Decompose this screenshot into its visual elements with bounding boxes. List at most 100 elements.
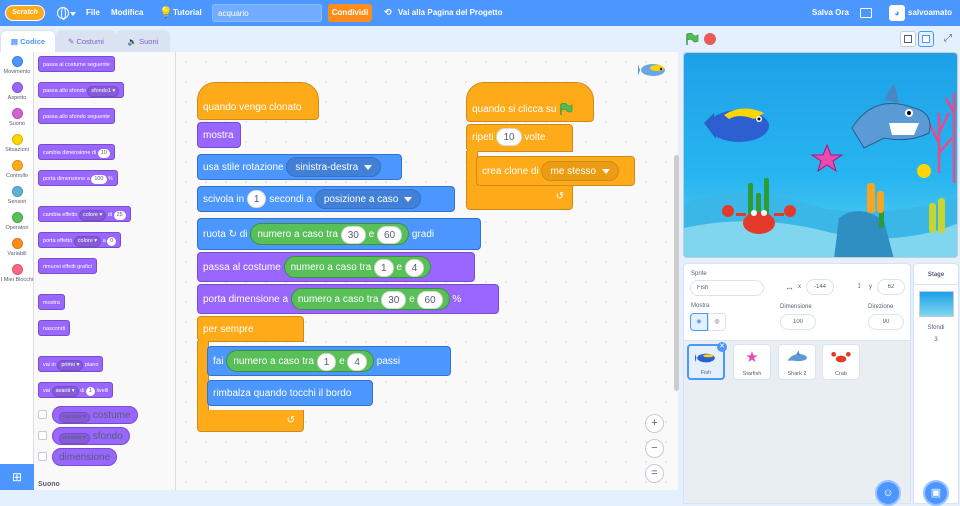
size-set-input[interactable]: 100	[91, 175, 107, 184]
save-now-link[interactable]: Salva Ora	[812, 0, 849, 26]
palette-block-next-costume[interactable]: passa al costume seguente	[38, 56, 115, 72]
palette-block-go-layers[interactable]: vai avanti ▾ di 1 livelli	[38, 382, 114, 398]
costume-number-dropdown[interactable]: numero ▾	[59, 412, 90, 423]
tab-sounds[interactable]: 🔈 Suoni	[116, 30, 170, 52]
category-events[interactable]: Situazioni	[0, 134, 34, 153]
palette-block-change-size[interactable]: cambia dimensione di 10	[38, 144, 115, 160]
block-move[interactable]: fai numero a caso tra 1 e 4 passi	[207, 346, 451, 376]
x-input[interactable]	[806, 279, 834, 295]
hat-when-flag-clicked[interactable]: quando si clicca su	[466, 82, 594, 122]
delete-sprite-icon[interactable]: ✕	[717, 342, 727, 352]
palette-reporter-costume[interactable]: numero ▾ costume	[52, 406, 138, 424]
random-min-input[interactable]: 1	[316, 352, 337, 371]
palette-block-switch-backdrop[interactable]: passa allo sfondo sfondo1 ▾	[38, 82, 125, 98]
random-max-input[interactable]: 4	[404, 258, 425, 277]
globe-icon[interactable]	[57, 7, 69, 20]
size-input[interactable]	[780, 314, 816, 330]
zoom-reset-button[interactable]: =	[645, 464, 664, 483]
effect-change-input[interactable]: 25	[113, 211, 126, 220]
repeat-count-input[interactable]: 10	[496, 128, 522, 147]
hat-when-clone[interactable]: quando vengo clonato	[197, 82, 319, 120]
show-visible-button[interactable]: ◉	[690, 313, 708, 331]
random-min-input[interactable]: 1	[374, 258, 394, 277]
sprite-name-input[interactable]	[690, 280, 764, 296]
category-control[interactable]: Controllo	[0, 160, 34, 179]
stop-button[interactable]	[704, 33, 716, 45]
effect-dropdown[interactable]: colore ▾	[78, 210, 107, 221]
block-set-size[interactable]: porta dimensione a numero a caso tra 30 …	[197, 284, 499, 314]
small-stage-button[interactable]	[900, 31, 916, 47]
backdrop-checkbox[interactable]	[38, 431, 47, 440]
effect-dropdown[interactable]: colore ▾	[73, 236, 102, 247]
show-hidden-button[interactable]: ◎	[708, 313, 726, 331]
random-operator[interactable]: numero a caso tra 1 e 4	[283, 256, 432, 279]
block-show[interactable]: mostra	[197, 122, 241, 148]
backdrop-number-dropdown[interactable]: numero ▾	[59, 433, 90, 444]
direction-input[interactable]	[868, 314, 904, 330]
sprite-tile-crab[interactable]: Crab	[822, 344, 860, 380]
block-repeat[interactable]: ripeti 10 volte	[466, 124, 573, 152]
share-button[interactable]: Condividi	[328, 4, 372, 22]
palette-block-go-to-layer[interactable]: vai in primo ▾ piano	[38, 356, 104, 372]
random-max-input[interactable]: 60	[376, 225, 403, 244]
layer-dropdown[interactable]: primo ▾	[57, 360, 84, 371]
choose-backdrop-button[interactable]: ▣	[923, 480, 949, 506]
zoom-out-button[interactable]: −	[645, 439, 664, 458]
effect-set-input[interactable]: 0	[107, 237, 117, 246]
username[interactable]: salvoamato	[908, 0, 952, 26]
chevron-down-icon[interactable]	[70, 12, 76, 16]
random-min-input[interactable]: 30	[340, 225, 366, 244]
block-glide[interactable]: scivola in 1 secondi a posizione a caso	[197, 186, 455, 212]
green-flag-button[interactable]	[685, 33, 699, 45]
palette-block-next-backdrop[interactable]: passa allo sfondo seguente	[38, 108, 115, 124]
block-switch-costume[interactable]: passa al costume numero a caso tra 1 e 4	[197, 252, 475, 282]
menu-file[interactable]: File	[86, 0, 100, 26]
category-looks[interactable]: Aspetto	[0, 82, 34, 101]
y-input[interactable]	[877, 279, 905, 295]
choose-sprite-button[interactable]: ☺	[875, 480, 901, 506]
palette-block-set-size[interactable]: porta dimensione a 100 %	[38, 170, 118, 186]
random-max-input[interactable]: 60	[417, 290, 443, 309]
random-operator[interactable]: numero a caso tra 1 e 4	[226, 350, 374, 373]
palette-block-set-effect[interactable]: porta effetto colore ▾ a 0	[38, 232, 122, 248]
category-operators[interactable]: Operatori	[0, 212, 34, 231]
project-title-input[interactable]	[212, 4, 322, 22]
add-extension-button[interactable]: ⊞	[0, 464, 34, 490]
glide-target-dropdown[interactable]: posizione a caso	[314, 189, 422, 210]
category-variables[interactable]: Variabili	[0, 238, 34, 257]
layers-input[interactable]: 1	[85, 387, 95, 396]
palette-reporter-size[interactable]: dimensione	[52, 448, 118, 466]
block-forever[interactable]: per sempre	[197, 316, 304, 342]
block-bounce[interactable]: rimbalza quando tocchi il bordo	[207, 380, 373, 406]
menu-tutorial[interactable]: Tutorial	[173, 0, 202, 26]
palette-block-clear-effects[interactable]: rimuovi effetti grafici	[38, 258, 97, 274]
costume-checkbox[interactable]	[38, 410, 47, 419]
backdrop-dropdown[interactable]: sfondo1 ▾	[87, 86, 120, 97]
scratch-logo[interactable]: Scratch	[5, 5, 45, 21]
palette-reporter-backdrop[interactable]: numero ▾ sfondo	[52, 427, 130, 445]
random-operator[interactable]: numero a caso tra 30 e 60	[290, 288, 450, 311]
stage-canvas[interactable]	[683, 52, 958, 258]
random-min-input[interactable]: 30	[381, 290, 407, 309]
folder-icon[interactable]	[860, 8, 872, 18]
project-page-link[interactable]: Vai alla Pagina del Progetto	[398, 0, 502, 26]
palette-block-change-effect[interactable]: cambia effetto colore ▾ di 25	[38, 206, 131, 222]
direction-dropdown[interactable]: avanti ▾	[51, 386, 79, 397]
random-operator[interactable]: numero a caso tra 30 e 60	[250, 223, 410, 246]
size-change-input[interactable]: 10	[97, 149, 110, 158]
size-checkbox[interactable]	[38, 452, 47, 461]
glide-seconds-input[interactable]: 1	[246, 190, 267, 209]
block-turn[interactable]: ruota ↻ di numero a caso tra 30 e 60 gra…	[197, 218, 481, 250]
tab-code[interactable]: ▤ Codice	[0, 30, 56, 52]
sprite-tile-fish[interactable]: ✕ Fish	[687, 342, 727, 380]
category-motion[interactable]: Movimento	[0, 56, 34, 75]
menu-edit[interactable]: Modifica	[111, 0, 143, 26]
palette-block-show[interactable]: mostra	[38, 294, 65, 310]
category-sensing[interactable]: Sensori	[0, 186, 34, 205]
category-sound[interactable]: Suono	[0, 108, 34, 127]
script-scrollbar[interactable]	[674, 155, 679, 391]
block-rotation-style[interactable]: usa stile rotazione sinistra-destra	[197, 154, 402, 180]
zoom-in-button[interactable]: +	[645, 414, 664, 433]
script-area[interactable]: quando vengo clonato mostra usa stile ro…	[176, 52, 678, 490]
normal-stage-button[interactable]	[918, 31, 934, 47]
